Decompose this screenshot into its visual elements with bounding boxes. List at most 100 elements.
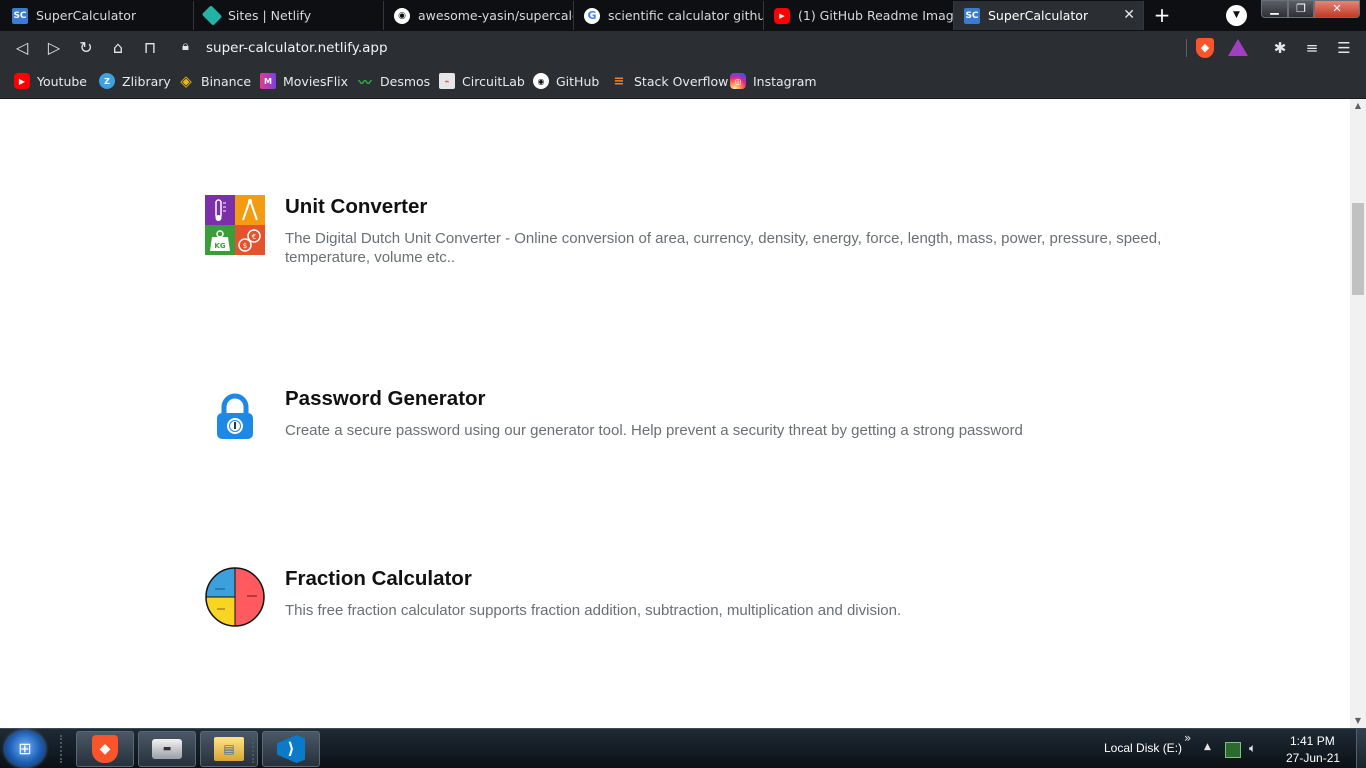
new-tab-button[interactable]: + [1150, 4, 1174, 26]
bookmark-button[interactable]: ⊓ [138, 36, 162, 60]
show-hidden-icons-icon[interactable]: ▲ [1204, 742, 1211, 752]
supercalculator-icon: SC [964, 7, 980, 24]
file-explorer-icon: ▤ [214, 737, 244, 761]
drive-icon: ▬ [152, 739, 182, 759]
bookmark-zlibrary[interactable]: Z Zlibrary [99, 72, 171, 90]
forward-button[interactable]: ▷ [42, 36, 66, 60]
tab-supercalculator-active[interactable]: SC SuperCalculator ✕ [954, 1, 1144, 30]
menu-icon[interactable]: ☰ [1332, 36, 1356, 60]
youtube-icon: ▶ [14, 73, 30, 89]
github-icon: ◉ [533, 73, 549, 89]
bookmark-github[interactable]: ◉ GitHub [533, 72, 599, 90]
brave-rewards-icon[interactable] [1228, 39, 1248, 56]
card-unit-converter[interactable]: KG € $ Unit Converter The Digital Dutch … [205, 195, 1165, 275]
bookmark-circuitlab[interactable]: ⌁ CircuitLab [439, 72, 525, 90]
taskbar-grip [60, 735, 68, 763]
url-text: super-calculator.netlify.app [206, 40, 388, 56]
desmos-icon: 〰 [358, 75, 372, 91]
bookmark-label: Instagram [753, 73, 817, 89]
reload-button[interactable]: ↻ [74, 36, 98, 60]
scrollbar-thumb[interactable] [1352, 203, 1364, 295]
tab-title: awesome-yasin/supercalculator [418, 8, 573, 23]
tray-app-icon[interactable] [1225, 742, 1241, 758]
show-desktop-button[interactable] [1356, 729, 1366, 768]
tray-chevron-icon[interactable]: » [1184, 731, 1191, 745]
bookmark-label: Binance [201, 73, 252, 89]
card-description: Create a secure password using our gener… [285, 422, 1023, 439]
bookmark-label: Youtube [37, 73, 87, 89]
taskbar-brave[interactable]: ◆ [76, 731, 134, 767]
tab-title: scientific calculator github - Google [608, 8, 763, 23]
bookmarks-bar: ▶ Youtube Z Zlibrary ◈ Binance M MoviesF… [0, 65, 1366, 99]
card-title[interactable]: Unit Converter [285, 195, 427, 219]
tab-youtube-video[interactable]: ▶ (1) GitHub Readme Images Tutorial [764, 1, 954, 30]
svg-text:€: € [252, 233, 256, 241]
tab-search-button[interactable]: ▼ [1226, 5, 1247, 26]
bookmark-moviesflix[interactable]: M MoviesFlix [260, 72, 348, 90]
fraction-pie-icon[interactable] [205, 567, 265, 627]
google-icon: G [584, 7, 600, 24]
card-title[interactable]: Fraction Calculator [285, 567, 472, 591]
unit-converter-icon[interactable]: KG € $ [205, 195, 265, 255]
minimize-button[interactable]: ▁ [1261, 0, 1288, 18]
instagram-icon: ◎ [730, 73, 746, 89]
taskbar-vscode[interactable]: ⟩ [262, 731, 320, 767]
taskbar-drive[interactable]: ▬ [138, 731, 196, 767]
scroll-down-arrow-icon[interactable]: ▼ [1350, 716, 1366, 726]
volume-icon[interactable]: 🔈︎ [1249, 741, 1256, 756]
youtube-icon: ▶ [774, 7, 790, 24]
address-bar[interactable]: 🔒︎ super-calculator.netlify.app ◆ [172, 34, 1262, 62]
card-fraction-calculator[interactable]: Fraction Calculator This free fraction c… [205, 567, 1165, 627]
windows-taskbar: ⊞ ◆ ▬ ▤ ⟩ Local Disk (E:) » ▲ 🔈︎ 1:41 PM… [0, 728, 1366, 768]
tab-strip: SC SuperCalculator Sites | Netlify ◉ awe… [0, 0, 1366, 31]
moviesflix-icon: M [260, 73, 276, 89]
tab-title: SuperCalculator [36, 8, 137, 23]
supercalculator-icon: SC [12, 7, 28, 24]
stack-overflow-icon: ≡ [613, 73, 625, 89]
card-password-generator[interactable]: Password Generator Create a secure passw… [205, 387, 1165, 447]
scroll-up-arrow-icon[interactable]: ▲ [1350, 101, 1366, 111]
maximize-button[interactable]: ❐ [1288, 0, 1314, 18]
circuitlab-icon: ⌁ [439, 73, 455, 89]
media-controls-icon[interactable]: ≡ [1300, 36, 1324, 60]
bookmark-label: GitHub [556, 73, 600, 89]
bookmark-binance[interactable]: ◈ Binance [178, 72, 251, 90]
page-content: KG € $ Unit Converter The Digital Dutch … [0, 99, 1350, 728]
tab-netlify[interactable]: Sites | Netlify [194, 1, 384, 30]
tab-github-repo[interactable]: ◉ awesome-yasin/supercalculator [384, 1, 574, 30]
vscode-icon: ⟩ [277, 735, 305, 763]
extensions-icon[interactable]: ✱ [1268, 36, 1292, 60]
start-button[interactable]: ⊞ [5, 731, 45, 767]
tab-title: (1) GitHub Readme Images Tutorial [798, 8, 953, 23]
bookmark-instagram[interactable]: ◎ Instagram [730, 72, 817, 90]
taskbar-grip [252, 735, 260, 763]
netlify-icon [201, 5, 223, 26]
brave-shields-icon[interactable]: ◆ [1196, 38, 1214, 58]
bookmark-stack-overflow[interactable]: ≡ Stack Overflow [611, 72, 729, 90]
bookmark-label: Stack Overflow [634, 73, 729, 89]
tray-local-disk[interactable]: Local Disk (E:) [1104, 741, 1182, 755]
back-button[interactable]: ◁ [10, 36, 34, 60]
bookmark-youtube[interactable]: ▶ Youtube [14, 72, 87, 90]
home-button[interactable]: ⌂ [106, 36, 130, 60]
page-scrollbar[interactable]: ▲ ▼ [1350, 99, 1366, 728]
tab-title: Sites | Netlify [228, 8, 312, 23]
clock-time[interactable]: 1:41 PM [1290, 734, 1335, 748]
clock-date[interactable]: 27-Jun-21 [1286, 751, 1340, 765]
card-title[interactable]: Password Generator [285, 387, 486, 411]
brave-browser-icon: ◆ [92, 735, 118, 763]
zlibrary-icon: Z [99, 73, 115, 89]
lock-icon: 🔒︎ [182, 39, 189, 54]
close-window-button[interactable]: ✕ [1314, 0, 1360, 18]
card-description: This free fraction calculator supports f… [285, 602, 902, 619]
browser-toolbar: ◁ ▷ ↻ ⌂ ⊓ 🔒︎ super-calculator.netlify.ap… [0, 31, 1366, 65]
close-tab-icon[interactable]: ✕ [1123, 7, 1135, 23]
tab-supercalculator-1[interactable]: SC SuperCalculator [2, 1, 194, 30]
address-separator [1186, 39, 1187, 57]
svg-text:$: $ [243, 242, 247, 250]
tab-google-search[interactable]: G scientific calculator github - Google [574, 1, 764, 30]
taskbar-explorer[interactable]: ▤ [200, 731, 258, 767]
lock-icon[interactable] [205, 387, 265, 447]
bookmark-desmos[interactable]: 〰 Desmos [357, 72, 430, 91]
bookmark-label: MoviesFlix [283, 73, 349, 89]
